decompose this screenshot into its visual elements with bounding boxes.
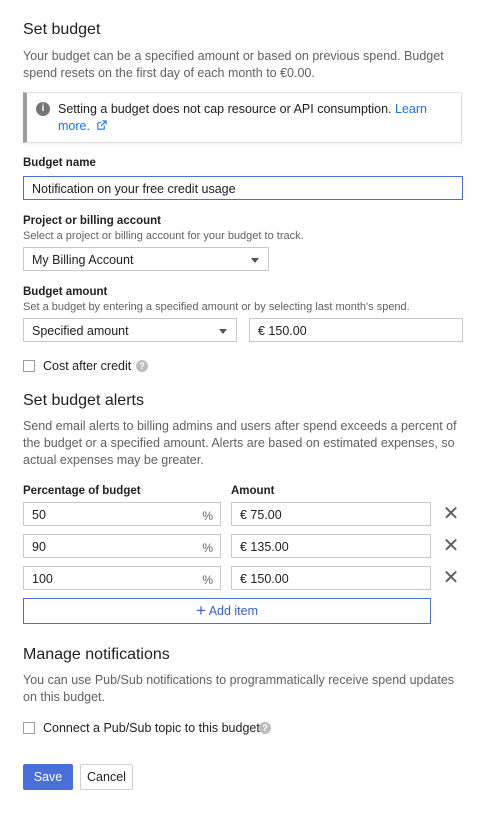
pubsub-checkbox[interactable] xyxy=(23,722,35,734)
percent-sign: % xyxy=(202,541,213,555)
add-item-button[interactable]: + Add item xyxy=(23,598,431,624)
amount-column-header: Amount xyxy=(231,485,275,497)
project-sublabel: Select a project or billing account for … xyxy=(23,230,304,242)
chevron-down-icon xyxy=(219,329,227,334)
alert-amount-input[interactable]: € 75.00 xyxy=(231,502,431,526)
alert-percent-value: 100 xyxy=(32,572,53,586)
alert-amount-input[interactable]: € 135.00 xyxy=(231,534,431,558)
cancel-button[interactable]: Cancel xyxy=(80,764,133,790)
help-icon[interactable]: ? xyxy=(259,722,271,734)
project-select[interactable]: My Billing Account xyxy=(23,247,269,271)
remove-alert-button[interactable]: ✕ xyxy=(442,504,460,524)
notifications-title: Manage notifications xyxy=(23,646,170,663)
alert-amount-value: € 150.00 xyxy=(240,572,289,586)
budget-amount-value: € 150.00 xyxy=(258,324,307,338)
budget-amount-sublabel: Set a budget by entering a specified amo… xyxy=(23,301,410,313)
pubsub-label: Connect a Pub/Sub topic to this budget xyxy=(43,721,260,735)
cost-after-credit-label: Cost after credit xyxy=(43,359,132,373)
save-button[interactable]: Save xyxy=(23,764,73,790)
amount-type-value: Specified amount xyxy=(32,324,129,338)
external-link-icon[interactable] xyxy=(96,120,108,131)
amount-type-select[interactable]: Specified amount xyxy=(23,318,237,342)
alert-percent-input[interactable]: 100 % xyxy=(23,566,221,590)
alerts-title: Set budget alerts xyxy=(23,392,144,409)
set-budget-description: Your budget can be a specified amount or… xyxy=(23,49,444,80)
budget-name-value: Notification on your free credit usage xyxy=(32,182,236,196)
alert-percent-input[interactable]: 90 % xyxy=(23,534,221,558)
plus-icon: + xyxy=(195,601,206,620)
chevron-down-icon xyxy=(251,258,259,263)
notifications-description: You can use Pub/Sub notifications to pro… xyxy=(23,673,455,704)
project-label: Project or billing account xyxy=(23,215,162,227)
remove-alert-button[interactable]: ✕ xyxy=(442,568,460,588)
info-box: i Setting a budget does not cap resource… xyxy=(23,92,462,143)
info-icon: i xyxy=(36,102,50,116)
info-text: Setting a budget does not cap resource o… xyxy=(58,102,392,116)
alert-percent-input[interactable]: 50 % xyxy=(23,502,221,526)
percent-sign: % xyxy=(202,573,213,587)
budget-name-input[interactable]: Notification on your free credit usage xyxy=(23,176,463,200)
alert-amount-value: € 75.00 xyxy=(240,508,282,522)
cost-after-credit-checkbox[interactable] xyxy=(23,360,35,372)
alert-amount-input[interactable]: € 150.00 xyxy=(231,566,431,590)
set-budget-title: Set budget xyxy=(23,21,101,38)
remove-alert-button[interactable]: ✕ xyxy=(442,536,460,556)
project-select-value: My Billing Account xyxy=(32,253,134,267)
alert-percent-value: 50 xyxy=(32,508,46,522)
add-item-label: Add item xyxy=(208,604,259,618)
alerts-description: Send email alerts to billing admins and … xyxy=(23,419,457,467)
alert-amount-value: € 135.00 xyxy=(240,540,289,554)
percentage-column-header: Percentage of budget xyxy=(23,485,141,497)
percent-sign: % xyxy=(202,509,213,523)
help-icon[interactable]: ? xyxy=(136,360,148,372)
alert-percent-value: 90 xyxy=(32,540,46,554)
budget-amount-input[interactable]: € 150.00 xyxy=(249,318,463,342)
info-message: Setting a budget does not cap resource o… xyxy=(58,101,453,135)
budget-amount-label: Budget amount xyxy=(23,286,108,298)
budget-name-label: Budget name xyxy=(23,157,96,169)
